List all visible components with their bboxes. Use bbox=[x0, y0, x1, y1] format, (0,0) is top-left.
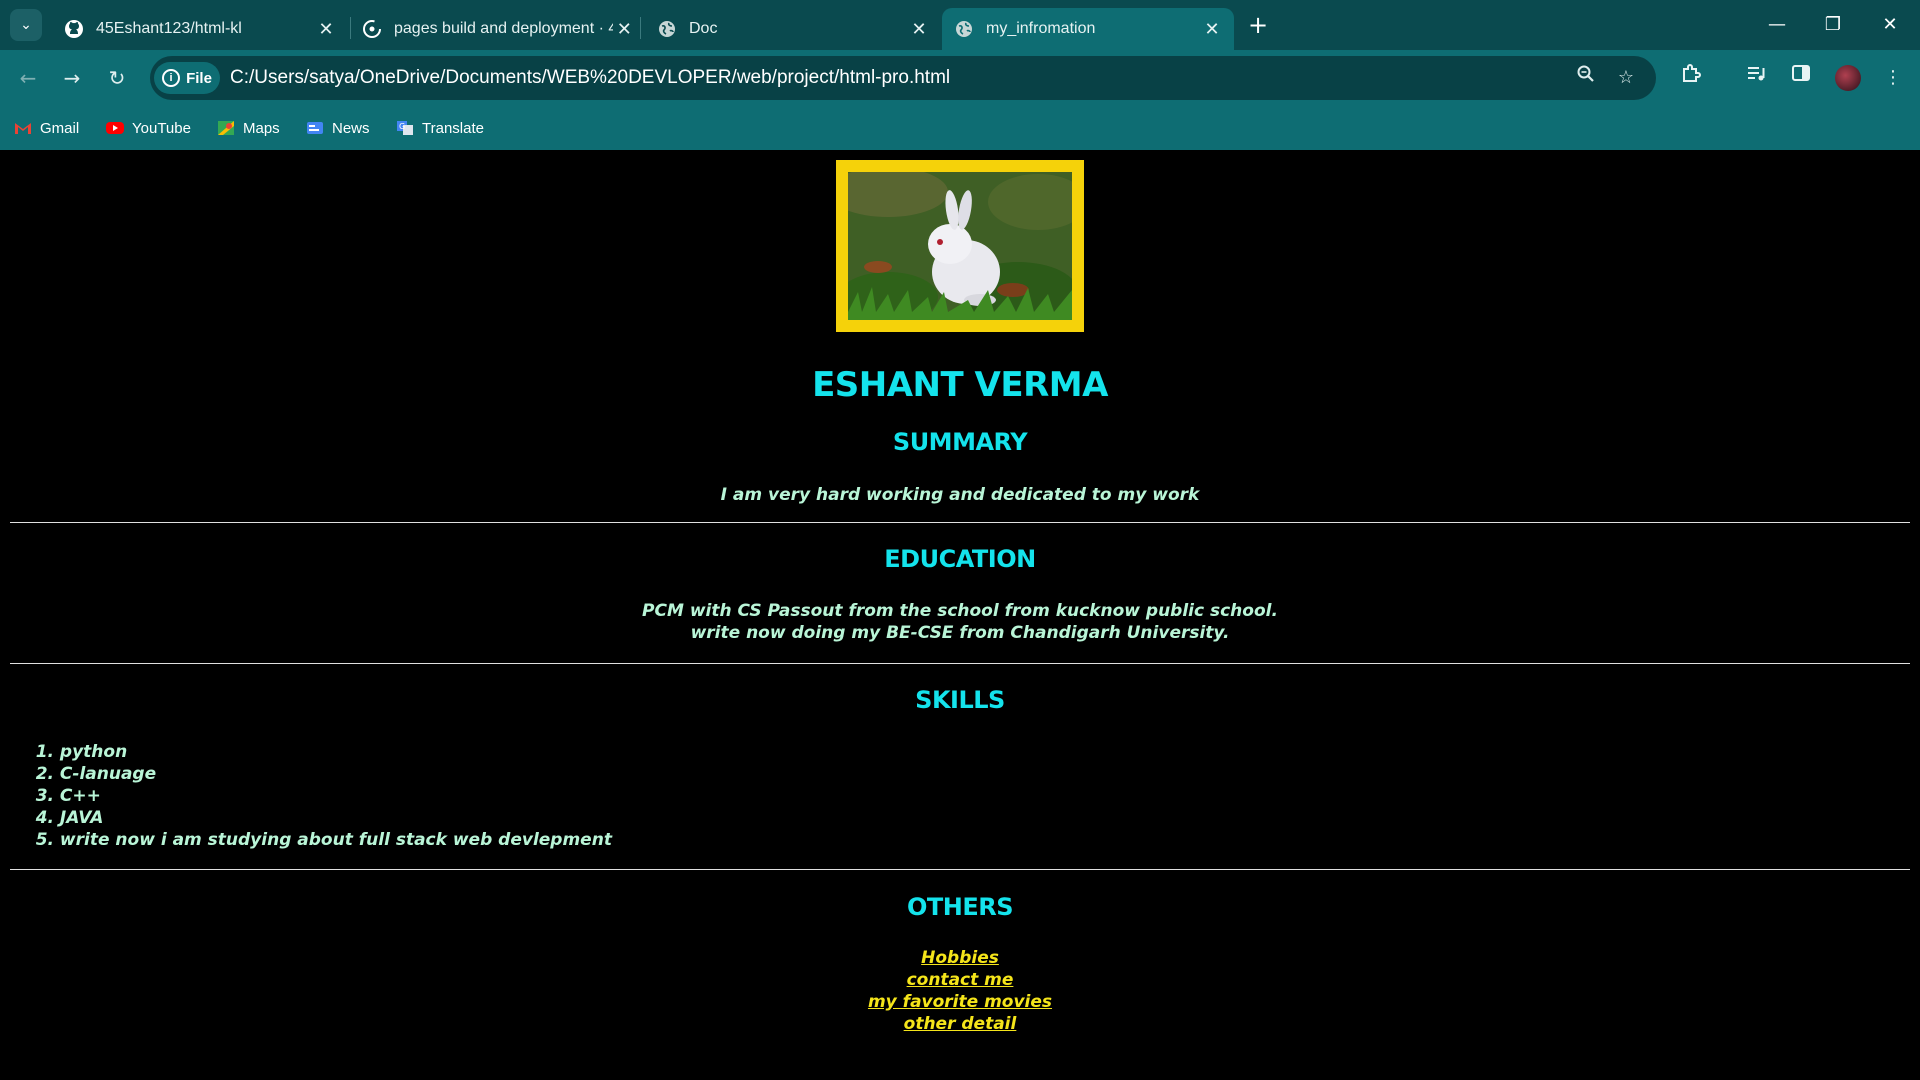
bookmark-label: News bbox=[332, 119, 370, 137]
more-menu-icon[interactable]: ⋮ bbox=[1877, 62, 1909, 94]
back-arrow-icon[interactable]: ← bbox=[12, 62, 44, 94]
divider bbox=[10, 522, 1910, 523]
page-content: ESHANT VERMA SUMMARY I am very hard work… bbox=[0, 150, 1920, 1080]
bookmark-gmail[interactable]: Gmail bbox=[14, 117, 79, 139]
globe-icon bbox=[659, 21, 675, 37]
bookmark-label: Maps bbox=[243, 119, 280, 137]
list-item: 4. JAVA bbox=[35, 808, 104, 828]
site-info-label: File bbox=[186, 69, 212, 87]
tab-strip: ⌄ 45Eshant123/html-kl ✕ pages build and … bbox=[0, 0, 1920, 50]
gmail-icon bbox=[15, 123, 31, 134]
others-links: Hobbies contact me my favorite movies ot… bbox=[0, 947, 1920, 1035]
tab-title: Doc bbox=[689, 20, 718, 37]
github-actions-icon bbox=[363, 20, 381, 38]
bookmark-label: YouTube bbox=[132, 119, 191, 137]
media-controls-icon[interactable] bbox=[1740, 62, 1772, 94]
star-icon[interactable]: ☆ bbox=[1612, 64, 1640, 92]
bookmark-label: Translate bbox=[422, 119, 484, 137]
tab-github-repo[interactable]: 45Eshant123/html-kl ✕ bbox=[52, 8, 348, 50]
close-icon[interactable]: ✕ bbox=[613, 19, 636, 40]
tab-separator bbox=[640, 17, 641, 39]
education-heading: EDUCATION bbox=[884, 545, 1036, 573]
side-panel-icon[interactable] bbox=[1785, 62, 1817, 94]
divider bbox=[10, 663, 1910, 664]
list-item: 5. write now i am studying about full st… bbox=[35, 830, 612, 850]
favorite-movies-link[interactable]: my favorite movies bbox=[0, 991, 1920, 1013]
list-item: 3. C++ bbox=[35, 786, 101, 806]
zoom-icon[interactable] bbox=[1572, 64, 1600, 92]
address-bar[interactable]: i File C:/Users/satya/OneDrive/Documents… bbox=[150, 56, 1656, 100]
close-icon[interactable]: ✕ bbox=[314, 19, 338, 40]
forward-arrow-icon[interactable]: → bbox=[56, 62, 88, 94]
others-heading: OTHERS bbox=[906, 893, 1014, 921]
chevron-down-icon: ⌄ bbox=[20, 17, 32, 33]
bookmarks-bar: Gmail YouTube Maps News G Translate bbox=[0, 106, 1920, 150]
other-detail-link[interactable]: other detail bbox=[0, 1013, 1920, 1035]
education-line-1: PCM with CS Passout from the school from… bbox=[642, 601, 1278, 621]
github-icon bbox=[65, 20, 83, 38]
tab-my-infromation[interactable]: my_infromation ✕ bbox=[942, 8, 1234, 50]
maps-icon bbox=[218, 121, 234, 135]
profile-photo bbox=[848, 172, 1072, 320]
extensions-icon[interactable] bbox=[1675, 62, 1707, 94]
hobbies-link[interactable]: Hobbies bbox=[0, 947, 1920, 969]
bookmark-maps[interactable]: Maps bbox=[217, 117, 280, 139]
skills-heading: SKILLS bbox=[915, 686, 1005, 714]
youtube-icon bbox=[106, 122, 124, 134]
tab-title: 45Eshant123/html-kl bbox=[96, 20, 242, 37]
svg-text:G: G bbox=[399, 122, 405, 131]
page-title: ESHANT VERMA bbox=[812, 365, 1108, 405]
info-icon: i bbox=[162, 69, 181, 87]
tab-search-button[interactable]: ⌄ bbox=[10, 9, 42, 41]
summary-heading: SUMMARY bbox=[892, 428, 1028, 456]
contact-me-link[interactable]: contact me bbox=[0, 969, 1920, 991]
translate-icon: G bbox=[397, 121, 413, 135]
education-line-2: write now doing my BE-CSE from Chandigar… bbox=[690, 623, 1230, 643]
profile-avatar[interactable] bbox=[1835, 65, 1861, 91]
url-text[interactable]: C:/Users/satya/OneDrive/Documents/WEB%20… bbox=[230, 56, 950, 100]
close-icon[interactable]: ✕ bbox=[1200, 19, 1224, 40]
minimize-icon[interactable]: — bbox=[1757, 10, 1797, 40]
bookmark-youtube[interactable]: YouTube bbox=[106, 117, 191, 139]
globe-icon bbox=[956, 21, 972, 37]
tab-doc[interactable]: Doc ✕ bbox=[645, 8, 941, 50]
tab-title: pages build and deployment · 4 bbox=[394, 20, 613, 37]
news-icon bbox=[307, 122, 323, 134]
restore-icon[interactable]: ❐ bbox=[1813, 10, 1853, 40]
summary-text: I am very hard working and dedicated to … bbox=[720, 485, 1200, 505]
close-icon[interactable]: ✕ bbox=[907, 19, 931, 40]
tab-pages-build[interactable]: pages build and deployment · 4 ✕ bbox=[350, 8, 646, 50]
list-item: 2. C-lanuage bbox=[35, 764, 157, 784]
new-tab-button[interactable]: + bbox=[1243, 10, 1273, 40]
tab-title: my_infromation bbox=[986, 20, 1096, 37]
window-close-icon[interactable]: ✕ bbox=[1870, 10, 1910, 40]
divider bbox=[10, 869, 1910, 870]
rabbit-image bbox=[848, 172, 1072, 320]
list-item: 1. python bbox=[35, 742, 128, 762]
bookmark-label: Gmail bbox=[40, 119, 80, 137]
reload-icon[interactable]: ↻ bbox=[101, 62, 133, 94]
bookmark-translate[interactable]: G Translate bbox=[396, 117, 484, 139]
site-info-chip[interactable]: i File bbox=[154, 62, 220, 94]
profile-photo-frame bbox=[836, 160, 1084, 332]
toolbar: ← → ↻ i File C:/Users/satya/OneDrive/Doc… bbox=[0, 50, 1920, 106]
skills-list: 1. python 2. C-lanuage 3. C++ 4. JAVA 5.… bbox=[30, 741, 612, 851]
bookmark-news[interactable]: News bbox=[306, 117, 370, 139]
